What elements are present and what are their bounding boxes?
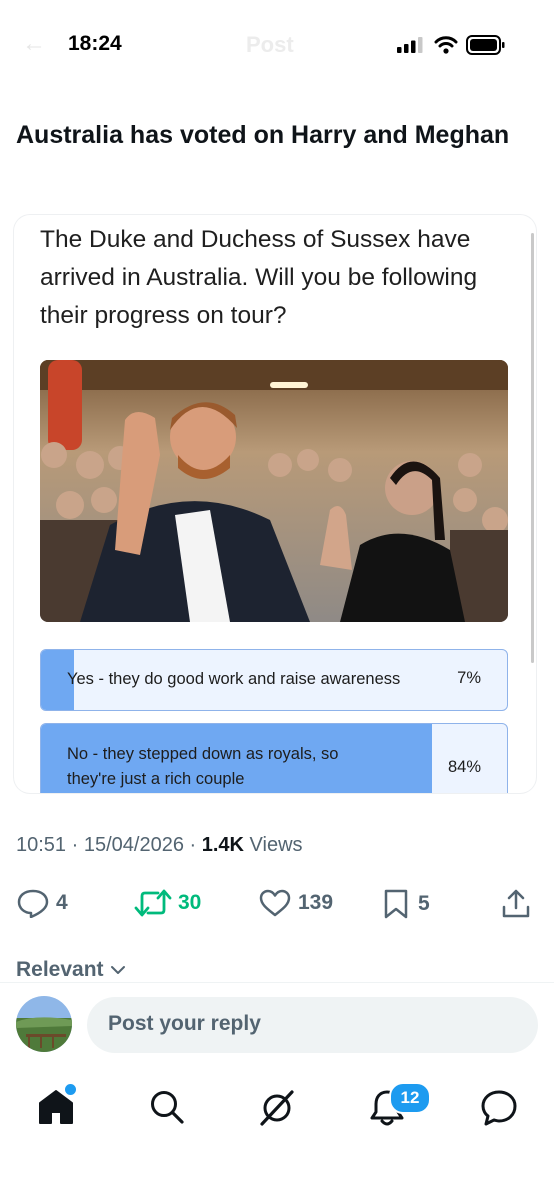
battery-icon [466, 35, 505, 55]
poll-option-label: No - they stepped down as royals, so the… [67, 745, 339, 788]
status-time: 18:24 [68, 32, 122, 55]
tweet-time: 10:51 [16, 834, 67, 856]
reply-placeholder: Post your reply [108, 1012, 261, 1035]
like-count: 139 [298, 891, 334, 914]
header-title: Post [246, 32, 294, 57]
bookmark-button[interactable]: 5 [380, 888, 430, 920]
repost-count: 30 [178, 891, 202, 914]
heart-icon [259, 889, 291, 917]
search-icon[interactable] [148, 1088, 186, 1126]
poll-option-label: Yes - they do good work and raise awaren… [67, 670, 401, 688]
poll-option-yes[interactable]: Yes - they do good work and raise awaren… [40, 649, 508, 711]
views-count: 1.4K [201, 834, 244, 856]
replies-sort-dropdown[interactable]: Relevant [16, 958, 126, 982]
replies-sort-label: Relevant [16, 958, 104, 981]
home-unread-dot [63, 1082, 78, 1097]
reply-icon [17, 889, 49, 918]
views-label: Views [249, 834, 303, 856]
repost-icon [134, 889, 172, 917]
poll-question: The Duke and Duchess of Sussex have arri… [40, 226, 478, 329]
chevron-down-icon [110, 966, 125, 974]
tweet-meta: 10:51 · 15/04/2026 · 1.4K Views [16, 834, 303, 857]
reply-button[interactable]: 4 [16, 888, 68, 918]
grok-icon[interactable] [257, 1088, 297, 1128]
poll-option-percent: 7% [457, 669, 481, 687]
divider [0, 982, 554, 983]
user-avatar[interactable] [16, 996, 72, 1052]
meta-separator: · [189, 834, 202, 856]
wifi-icon [434, 36, 458, 54]
reply-count: 4 [56, 891, 68, 914]
back-arrow-icon[interactable]: ← [22, 30, 46, 58]
bookmark-icon [384, 889, 408, 919]
like-button[interactable]: 139 [258, 888, 333, 918]
bookmark-count: 5 [418, 892, 430, 915]
notifications-badge: 12 [389, 1082, 431, 1114]
tweet-date: 15/04/2026 [83, 834, 184, 856]
cellular-signal-icon [397, 37, 423, 53]
share-icon[interactable] [500, 888, 532, 920]
messages-icon[interactable] [479, 1088, 519, 1128]
embedded-poll-image[interactable]: The Duke and Duchess of Sussex have arri… [14, 215, 536, 793]
reply-input[interactable]: Post your reply [87, 997, 538, 1053]
poll-option-percent: 84% [447, 758, 481, 776]
tweet-text: Australia has voted on Harry and Meghan [16, 121, 510, 149]
royal-couple-photo [40, 360, 508, 622]
scrollbar [531, 233, 534, 663]
meta-separator: · [71, 834, 84, 856]
poll-option-no[interactable]: No - they stepped down as royals, so the… [40, 723, 508, 793]
repost-button[interactable]: 30 [134, 888, 201, 918]
